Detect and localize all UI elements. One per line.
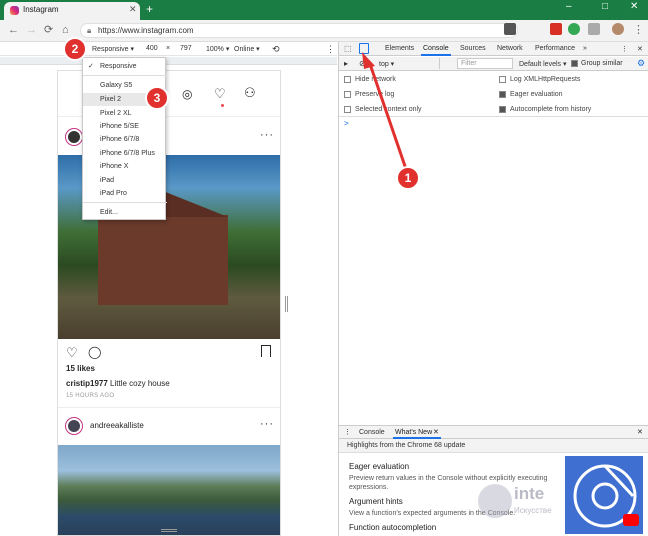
annotation-badge-1: 1: [396, 166, 420, 190]
annotation-badge-3: 3: [145, 86, 169, 110]
annotation-arrow: [362, 52, 409, 173]
annotation-badge-2: 2: [63, 37, 87, 61]
screen: Instagram ✕ + – □ ✕ ← → ⟳ ⌂ 🔒︎ https://w…: [0, 0, 648, 536]
